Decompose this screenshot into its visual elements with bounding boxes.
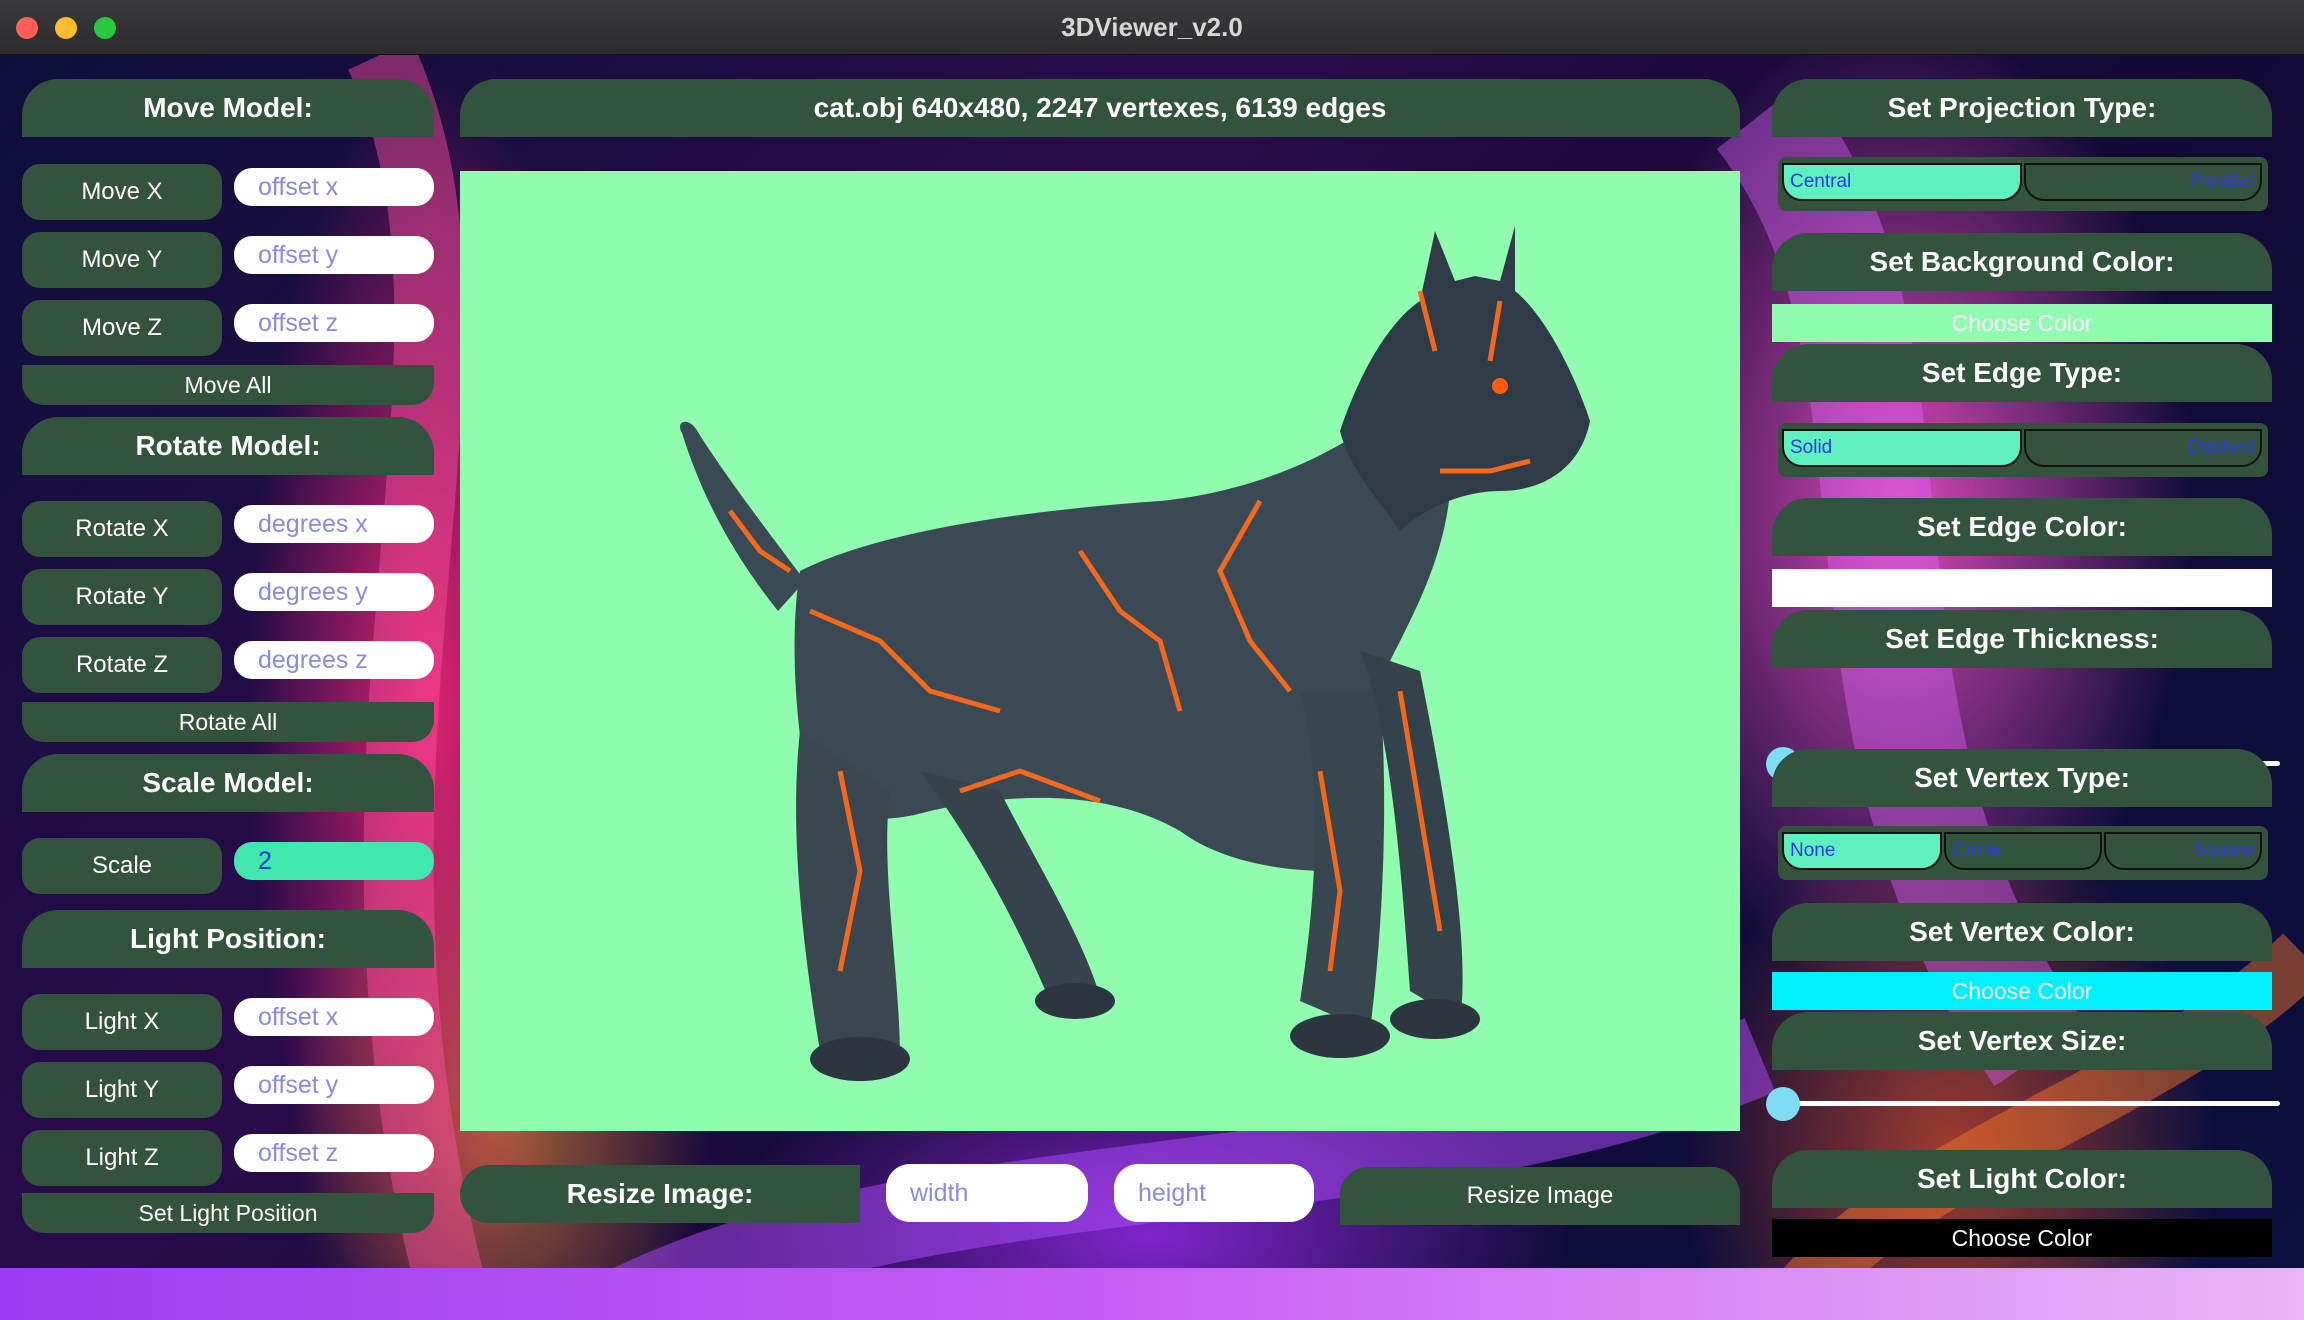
rotate-z-button[interactable]: Rotate Z: [22, 637, 222, 693]
vertex-size-slider[interactable]: [1766, 1075, 2282, 1131]
rotate-z-input[interactable]: degrees z: [234, 641, 434, 679]
cat-model: [680, 226, 1590, 1081]
vertex-size-knob[interactable]: [1766, 1087, 1800, 1121]
edge-color-button[interactable]: [1772, 569, 2272, 607]
light-z-input[interactable]: offset z: [234, 1134, 434, 1172]
vertex-color-header: Set Vertex Color:: [1772, 903, 2272, 961]
light-color-button[interactable]: Choose Color: [1772, 1219, 2272, 1257]
resize-image-button[interactable]: Resize Image: [1340, 1167, 1740, 1225]
cat-paw: [1290, 1014, 1390, 1058]
app-content: Move Model: Move X offset x Move Y offse…: [0, 55, 2304, 1320]
cat-head: [1340, 226, 1590, 531]
light-z-button[interactable]: Light Z: [22, 1130, 222, 1186]
move-y-button[interactable]: Move Y: [22, 232, 222, 288]
move-y-input[interactable]: offset y: [234, 236, 434, 274]
vertex-type-segmented: None Circle Square: [1778, 826, 2268, 880]
model-viewport[interactable]: [460, 171, 1740, 1131]
scale-model-header: Scale Model:: [22, 754, 434, 812]
move-all-button[interactable]: Move All: [22, 365, 434, 405]
cat-eye: [1492, 378, 1508, 394]
cat-paw: [1390, 999, 1480, 1039]
model-info-header: cat.obj 640x480, 2247 vertexes, 6139 edg…: [460, 79, 1740, 137]
edge-thickness-header: Set Edge Thickness:: [1772, 610, 2272, 668]
cat-back-leg-2: [920, 771, 1100, 1001]
edge-solid-option[interactable]: Solid: [1782, 429, 2022, 467]
light-y-input[interactable]: offset y: [234, 1066, 434, 1104]
vertex-circle-option[interactable]: Circle: [1944, 832, 2102, 870]
light-y-button[interactable]: Light Y: [22, 1062, 222, 1118]
vertex-size-header: Set Vertex Size:: [1772, 1012, 2272, 1070]
rotate-y-input[interactable]: degrees y: [234, 573, 434, 611]
rotate-y-button[interactable]: Rotate Y: [22, 569, 222, 625]
edge-type-segmented: Solid Dashed: [1778, 423, 2268, 477]
projection-parallel-option[interactable]: Parallel: [2024, 163, 2262, 201]
background-color-header: Set Background Color:: [1772, 233, 2272, 291]
set-light-position-button[interactable]: Set Light Position: [22, 1193, 434, 1233]
resize-image-label: Resize Image:: [460, 1165, 860, 1223]
cat-paw: [1035, 983, 1115, 1019]
edge-dashed-option[interactable]: Dashed: [2024, 429, 2262, 467]
scale-button[interactable]: Scale: [22, 838, 222, 894]
vertex-color-button[interactable]: Choose Color: [1772, 972, 2272, 1010]
vertex-size-track: [1780, 1101, 2280, 1106]
window-title: 3DViewer_v2.0: [1061, 12, 1243, 42]
background-color-button[interactable]: Choose Color: [1772, 304, 2272, 342]
cat-tail: [680, 421, 805, 611]
vertex-square-option[interactable]: Square: [2104, 832, 2262, 870]
cat-paw: [810, 1037, 910, 1081]
resize-height-input[interactable]: height: [1114, 1164, 1314, 1222]
scale-input[interactable]: 2: [234, 842, 434, 880]
light-color-header: Set Light Color:: [1772, 1150, 2272, 1208]
vertex-type-header: Set Vertex Type:: [1772, 749, 2272, 807]
light-x-input[interactable]: offset x: [234, 998, 434, 1036]
move-x-button[interactable]: Move X: [22, 164, 222, 220]
move-z-button[interactable]: Move Z: [22, 300, 222, 356]
rotate-x-input[interactable]: degrees x: [234, 505, 434, 543]
rotate-all-button[interactable]: Rotate All: [22, 702, 434, 742]
window-titlebar: 3DViewer_v2.0: [0, 0, 2304, 55]
move-x-input[interactable]: offset x: [234, 168, 434, 206]
move-z-input[interactable]: offset z: [234, 304, 434, 342]
projection-type-segmented: Central Parallel: [1778, 157, 2268, 211]
vertex-none-option[interactable]: None: [1782, 832, 1942, 870]
bottom-gradient-bar: [0, 1268, 2304, 1320]
move-model-header: Move Model:: [22, 79, 434, 137]
projection-type-header: Set Projection Type:: [1772, 79, 2272, 137]
rotate-model-header: Rotate Model:: [22, 417, 434, 475]
light-position-header: Light Position:: [22, 910, 434, 968]
resize-width-input[interactable]: width: [886, 1164, 1088, 1222]
light-x-button[interactable]: Light X: [22, 994, 222, 1050]
edge-type-header: Set Edge Type:: [1772, 344, 2272, 402]
projection-central-option[interactable]: Central: [1782, 163, 2022, 201]
rotate-x-button[interactable]: Rotate X: [22, 501, 222, 557]
edge-color-header: Set Edge Color:: [1772, 498, 2272, 556]
